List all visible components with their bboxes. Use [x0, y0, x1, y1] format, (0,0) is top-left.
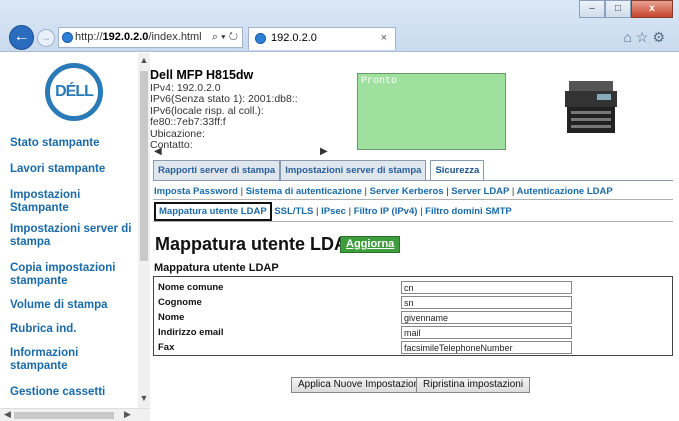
scroll-right-icon[interactable]: ▶ [124, 409, 131, 420]
sidebar: DÉLL Stato stampante Lavori stampante Im… [0, 53, 150, 421]
close-button[interactable]: x [631, 0, 673, 18]
given-name-field[interactable] [401, 311, 572, 324]
address-bar[interactable]: http://192.0.2.0/index.html ⌕ ▾ ↻ [58, 27, 243, 48]
minimize-button[interactable]: – [579, 0, 605, 18]
link-ipsec[interactable]: IPsec [321, 206, 346, 217]
field-label: Cognome [158, 297, 202, 308]
address-path: /index.html [148, 31, 202, 43]
scroll-left-icon[interactable]: ◀ [4, 409, 11, 420]
link-mappatura-utente-ldap[interactable]: Mappatura utente LDAP [154, 202, 272, 221]
scrollbar-thumb[interactable] [14, 412, 114, 419]
surname-field[interactable] [401, 296, 572, 309]
device-info: Dell MFP H815dw IPv4: 192.0.2.0 IPv6(Sen… [150, 68, 330, 152]
refresh-button[interactable]: Aggiorna [340, 236, 401, 253]
table-row: Fax [154, 340, 672, 355]
sidebar-item-gestione-cassetti[interactable]: Gestione cassetti [10, 386, 138, 399]
sidebar-item-volume-di-stampa[interactable]: Volume di stampa [10, 299, 138, 312]
link-sistema-autenticazione[interactable]: Sistema di autenticazione [246, 186, 362, 197]
scroll-right-icon[interactable]: ▶ [320, 146, 328, 157]
scroll-left-icon[interactable]: ◀ [154, 146, 162, 157]
reset-settings-button[interactable]: Ripristina impostazioni [416, 377, 531, 393]
settings-tabs: Rapporti server di stampa Impostazioni s… [153, 160, 485, 181]
divider [153, 221, 673, 222]
sidebar-item-copia-impostazioni[interactable]: Copia impostazioni stampante [10, 262, 138, 288]
sidebar-item-impostazioni-stampante[interactable]: Impostazioni Stampante [10, 189, 138, 215]
divider [153, 199, 673, 200]
security-links-row-2: Mappatura utente LDAP SSL/TLS | IPsec | … [154, 202, 512, 221]
ie-page-icon [62, 32, 73, 43]
printer-model: Dell MFP H815dw [150, 68, 254, 82]
security-links-row-1: Imposta Password | Sistema di autenticaz… [154, 186, 613, 197]
home-favorites-settings-icons[interactable]: ⌂☆⚙ [623, 29, 669, 46]
table-row: Nome [154, 310, 672, 325]
forward-arrow-icon[interactable]: → [37, 29, 55, 47]
sidebar-vertical-scrollbar[interactable]: ▲ ▼ [138, 53, 150, 408]
link-ssl-tls[interactable]: SSL/TLS [274, 206, 313, 217]
tab-close-icon[interactable]: × [381, 28, 387, 49]
page-title: Mappatura utente LDAP - [155, 234, 370, 254]
fax-field[interactable] [401, 341, 572, 354]
browser-tab[interactable]: 192.0.2.0 × [248, 27, 396, 50]
common-name-field[interactable] [401, 281, 572, 294]
link-filtro-ip[interactable]: Filtro IP (IPv4) [354, 206, 418, 217]
address-host: 192.0.2.0 [102, 31, 149, 43]
ipv6-stateless-address: IPv6(Senza stato 1): 2001:db8:: [150, 93, 298, 105]
ie-tab-icon [255, 33, 266, 44]
status-panel: Pronto [357, 73, 506, 150]
back-arrow-icon[interactable]: ← [9, 25, 34, 50]
tab-title: 192.0.2.0 [271, 32, 317, 44]
table-row: Indirizzo email [154, 325, 672, 340]
field-label: Nome comune [158, 282, 224, 293]
scrollbar-thumb[interactable] [140, 71, 148, 261]
sidebar-horizontal-scrollbar[interactable]: ◀ ▶ [0, 408, 150, 421]
sidebar-item-rubrica[interactable]: Rubrica ind. [10, 323, 138, 336]
address-tools-icons[interactable]: ⌕ ▾ ↻ [212, 28, 238, 47]
dell-logo: DÉLL [45, 63, 103, 121]
sidebar-item-informazioni-stampante[interactable]: Informazioni stampante [10, 347, 138, 373]
link-server-ldap[interactable]: Server LDAP [451, 186, 509, 197]
window-controls: – □ x [579, 0, 673, 20]
sidebar-item-stato-stampante[interactable]: Stato stampante [10, 137, 138, 150]
link-imposta-password[interactable]: Imposta Password [154, 186, 238, 197]
link-filtro-domini-smtp[interactable]: Filtro domini SMTP [425, 206, 512, 217]
tab-impostazioni-server[interactable]: Impostazioni server di stampa [280, 160, 427, 181]
email-field[interactable] [401, 326, 572, 339]
sidebar-item-impostazioni-server[interactable]: Impostazioni server di stampa [10, 223, 138, 249]
info-horizontal-scrollbar[interactable]: ◀ ▶ [150, 146, 335, 157]
maximize-button[interactable]: □ [605, 0, 631, 18]
ipv6-link-local-address: IPv6(locale risp. al coll.): fe80::7eb7:… [150, 104, 264, 128]
scroll-up-icon[interactable]: ▲ [138, 55, 150, 65]
scroll-down-icon[interactable]: ▼ [138, 393, 150, 403]
ldap-mapping-table: Nome comune Cognome Nome Indirizzo email… [153, 276, 673, 356]
apply-settings-button[interactable]: Applica Nuove Impostazioni [291, 377, 429, 393]
link-autenticazione-ldap[interactable]: Autenticazione LDAP [517, 186, 613, 197]
link-server-kerberos[interactable]: Server Kerberos [370, 186, 444, 197]
tab-sicurezza[interactable]: Sicurezza [430, 160, 485, 181]
tab-divider [153, 180, 673, 181]
sidebar-item-lavori-stampante[interactable]: Lavori stampante [10, 163, 138, 176]
address-scheme: http:// [75, 31, 103, 43]
printer-icon [565, 81, 617, 133]
browser-chrome: – □ x ← → http://192.0.2.0/index.html ⌕ … [0, 0, 679, 52]
table-row: Cognome [154, 295, 672, 310]
section-title: Mappatura utente LDAP [154, 262, 279, 274]
field-label: Nome [158, 312, 185, 323]
field-label: Indirizzo email [158, 327, 224, 338]
table-row: Nome comune [154, 280, 672, 295]
tab-rapporti-server[interactable]: Rapporti server di stampa [153, 160, 281, 181]
field-label: Fax [158, 342, 175, 353]
